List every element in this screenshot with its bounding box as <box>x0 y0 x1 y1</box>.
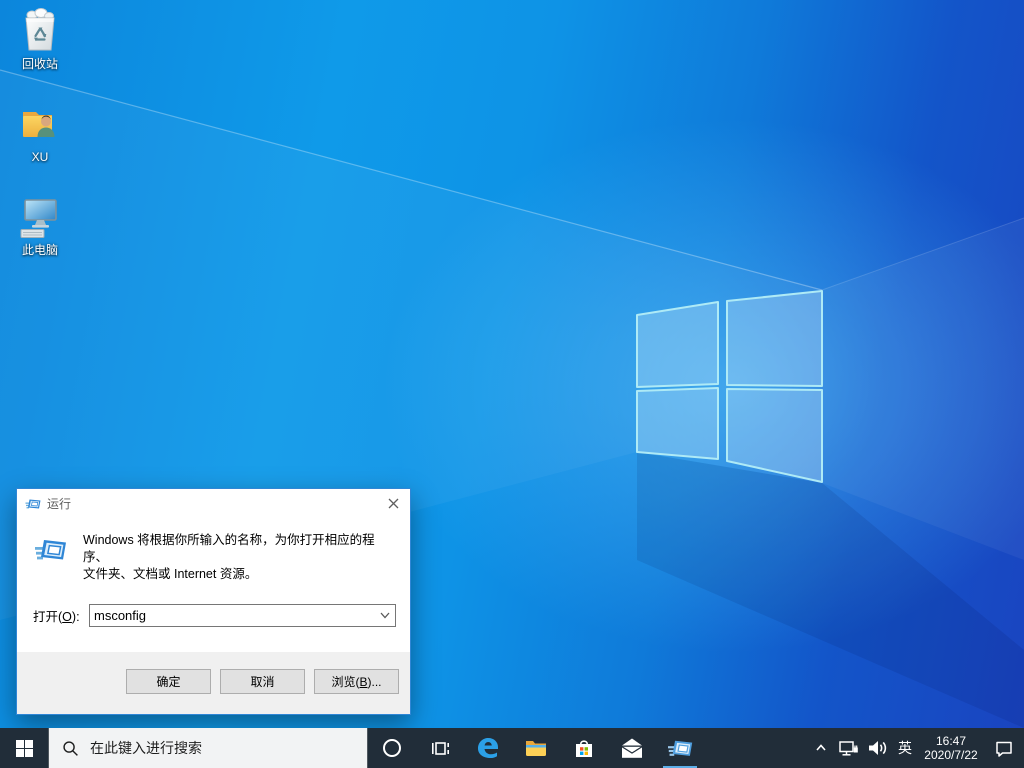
description-line-1: Windows 将根据你所输入的名称，为你打开相应的程序、 <box>83 533 375 564</box>
file-explorer-button[interactable] <box>512 728 560 768</box>
tray-ime-indicator[interactable]: 英 <box>892 728 918 768</box>
run-dialog-description: Windows 将根据你所输入的名称，为你打开相应的程序、 文件夹、文档或 In… <box>83 532 396 583</box>
run-window-icon <box>25 499 41 508</box>
edge-button[interactable] <box>464 728 512 768</box>
mail-icon <box>621 738 643 758</box>
run-dialog-titlebar[interactable]: 运行 <box>17 489 410 518</box>
description-line-2: 文件夹、文档或 Internet 资源。 <box>83 567 258 581</box>
close-icon <box>388 498 398 509</box>
store-icon <box>576 740 592 757</box>
taskbar: 英 16:47 2020/7/22 <box>0 728 1024 768</box>
desktop-icon-label: 此电脑 <box>21 243 58 257</box>
action-center-button[interactable] <box>984 728 1024 768</box>
tray-show-hidden-icons[interactable] <box>808 728 834 768</box>
mail-button[interactable] <box>608 728 656 768</box>
search-input[interactable] <box>90 740 340 756</box>
dropdown-chevron-icon <box>380 612 390 619</box>
cortana-icon <box>383 739 401 757</box>
run-flying-window-icon <box>35 540 66 560</box>
run-dialog-body: Windows 将根据你所输入的名称，为你打开相应的程序、 文件夹、文档或 In… <box>17 518 410 583</box>
open-row: 打开(O): <box>17 604 410 627</box>
open-label: 打开(O): <box>33 610 80 624</box>
desktop-icon-list: 回收站 XU 此电脑 <box>2 6 78 285</box>
desktop-icon-this-pc[interactable]: 此电脑 <box>2 192 78 257</box>
file-explorer-icon <box>526 741 546 756</box>
user-folder-icon <box>23 112 55 137</box>
desktop-icon-label: XU <box>31 150 49 164</box>
desktop-icon-user-folder[interactable]: XU <box>2 99 78 164</box>
browse-button[interactable]: 浏览(B)... <box>314 669 399 694</box>
recycle-bin-icon <box>25 8 55 51</box>
system-tray: 英 16:47 2020/7/22 <box>808 728 1024 768</box>
search-icon <box>63 740 78 756</box>
run-command-input[interactable] <box>90 605 375 626</box>
run-dialog-footer: 确定 取消 浏览(B)... <box>17 652 410 714</box>
run-combobox[interactable] <box>89 604 396 627</box>
run-app-button[interactable] <box>656 728 704 768</box>
cortana-button[interactable] <box>368 728 416 768</box>
run-flying-window-icon <box>667 740 692 756</box>
edge-icon <box>478 738 498 758</box>
tray-clock[interactable]: 16:47 2020/7/22 <box>918 728 984 768</box>
combobox-dropdown-button[interactable] <box>375 605 395 626</box>
action-center-icon <box>996 741 1012 757</box>
network-icon <box>838 740 858 756</box>
task-view-icon <box>431 741 449 755</box>
windows-start-icon <box>15 739 33 757</box>
tray-volume-button[interactable] <box>862 728 892 768</box>
chevron-up-icon <box>816 744 826 751</box>
tray-network-button[interactable] <box>834 728 862 768</box>
ok-button[interactable]: 确定 <box>126 669 211 694</box>
close-button[interactable] <box>376 489 410 518</box>
dialog-title: 运行 <box>47 497 72 511</box>
desktop[interactable]: 回收站 XU 此电脑 运行 Windows 将根据你所输入的名称，为你打开相应的… <box>0 0 1024 728</box>
cancel-button[interactable]: 取消 <box>220 669 305 694</box>
taskbar-search[interactable] <box>48 728 368 768</box>
volume-icon <box>868 741 886 755</box>
task-view-button[interactable] <box>416 728 464 768</box>
start-button[interactable] <box>0 728 48 768</box>
tray-date: 2020/7/22 <box>924 748 978 762</box>
this-pc-icon <box>20 199 57 238</box>
store-button[interactable] <box>560 728 608 768</box>
desktop-icon-label: 回收站 <box>21 57 58 71</box>
tray-time: 16:47 <box>935 734 967 748</box>
run-dialog: 运行 Windows 将根据你所输入的名称，为你打开相应的程序、 文件夹、文档或… <box>16 488 411 715</box>
desktop-icon-recycle-bin[interactable]: 回收站 <box>2 6 78 71</box>
